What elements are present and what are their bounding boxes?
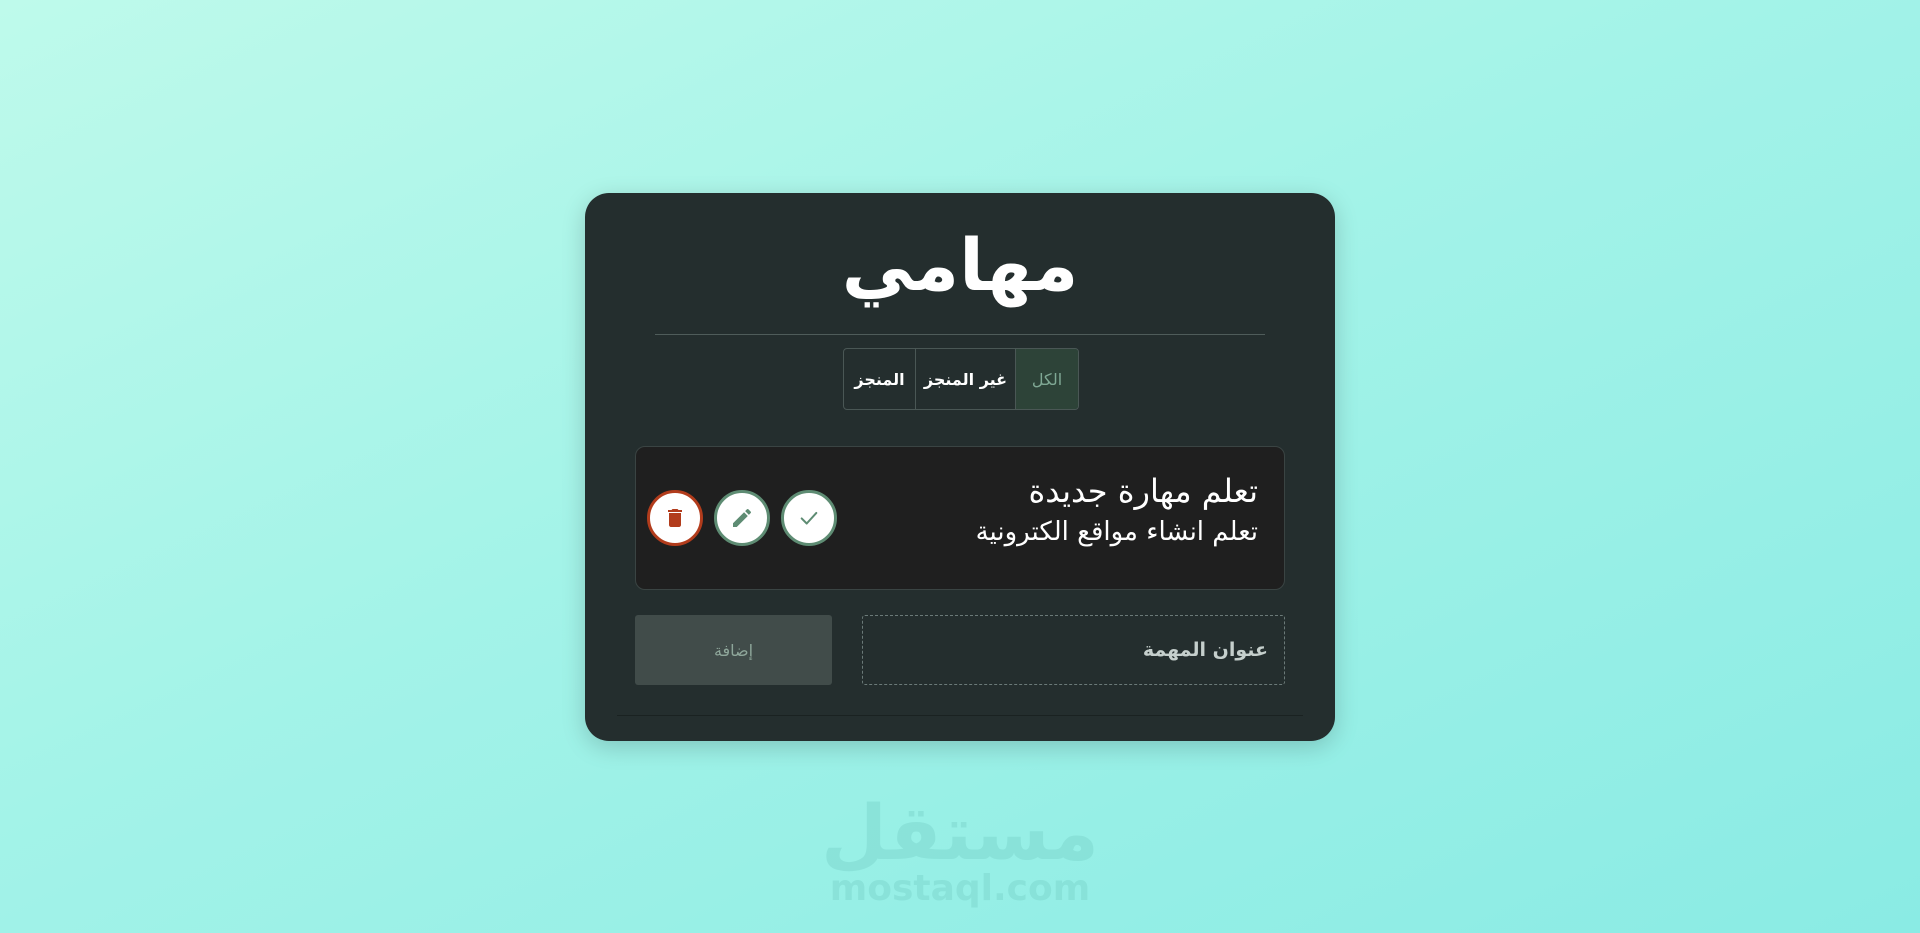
trash-icon <box>668 509 682 527</box>
complete-task-button[interactable] <box>781 490 837 546</box>
pencil-icon <box>733 508 752 527</box>
filter-toggle-group: الكل غير المنجز المنجز <box>843 348 1079 410</box>
filter-done-button[interactable]: المنجز <box>844 349 915 409</box>
filter-not-done-button[interactable]: غير المنجز <box>915 349 1015 409</box>
task-title: تعلم مهارة جديدة <box>1028 472 1258 510</box>
filter-all-button[interactable]: الكل <box>1015 349 1078 409</box>
check-icon <box>800 511 818 525</box>
title-divider <box>655 334 1265 335</box>
task-title-input[interactable] <box>862 615 1285 685</box>
add-task-button[interactable]: إضافة <box>635 615 832 685</box>
watermark-url: mostaql.com <box>829 868 1091 909</box>
watermark-logo: مستقل mostaql.com <box>0 795 1920 907</box>
delete-task-button[interactable] <box>647 490 703 546</box>
page-background: { "app": { "title": "مهامي" }, "filters"… <box>0 0 1920 933</box>
bottom-divider <box>617 715 1303 716</box>
page-title: مهامي <box>841 223 1079 307</box>
watermark-arabic: مستقل <box>821 788 1099 877</box>
task-item: تعلم مهارة جديدة تعلم انشاء مواقع الكترو… <box>635 446 1285 590</box>
task-details: تعلم انشاء مواقع الكترونية <box>975 517 1258 547</box>
todo-card: مهامي الكل غير المنجز المنجز تعلم مهارة … <box>585 193 1335 741</box>
edit-task-button[interactable] <box>714 490 770 546</box>
